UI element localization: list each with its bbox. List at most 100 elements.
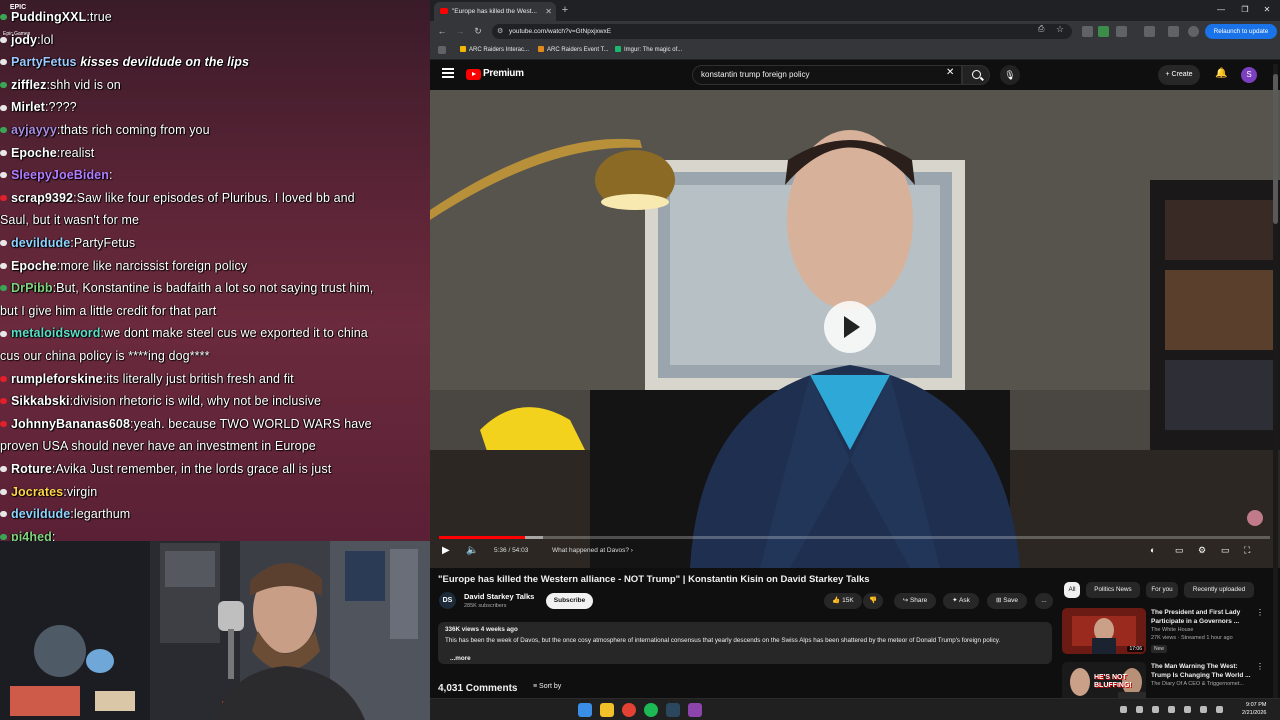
youtube-logo-icon[interactable]	[466, 69, 481, 80]
video-thumbnail[interactable]: 17:06	[1062, 608, 1146, 654]
more-actions-button[interactable]: ...	[1035, 593, 1053, 609]
chrome-icon[interactable]	[622, 703, 636, 717]
chat-username[interactable]: Roture	[11, 462, 52, 476]
profile-icon[interactable]	[1188, 26, 1199, 37]
chat-username[interactable]: PuddingXXL	[11, 10, 86, 24]
chat-username[interactable]: jody	[11, 33, 37, 47]
chip-for-you[interactable]: For you	[1146, 582, 1178, 598]
play-icon[interactable]: ▶	[442, 545, 450, 556]
show-more-link[interactable]: ...more	[450, 655, 471, 662]
recommended-channel[interactable]: The Diary Of A CEO & Triggernomet...	[1151, 681, 1244, 687]
chip-recently-uploaded[interactable]: Recently uploaded	[1184, 582, 1254, 598]
tray-icon[interactable]	[1120, 706, 1127, 713]
maximize-icon[interactable]: ❐	[1236, 3, 1254, 17]
bookmark-star-icon[interactable]: ☆	[1056, 24, 1067, 35]
file-explorer-icon[interactable]	[600, 703, 614, 717]
share-button[interactable]: ↪ Share	[894, 593, 936, 609]
progress-bar[interactable]	[439, 536, 1270, 539]
autoplay-toggle-icon[interactable]: ◐	[1150, 545, 1155, 555]
extensions-puzzle-icon[interactable]	[1116, 26, 1127, 37]
chat-username[interactable]: rumpleforskine	[11, 372, 103, 386]
chat-username[interactable]: Sikkabski	[11, 394, 70, 408]
forward-icon[interactable]: →	[453, 24, 467, 38]
chip-politics-news[interactable]: Politics News	[1086, 582, 1140, 598]
description-box[interactable]: 336K views 4 weeks ago This has been the…	[438, 622, 1052, 664]
clear-search-icon[interactable]: ✕	[946, 67, 954, 78]
menu-icon[interactable]	[442, 68, 454, 78]
chat-username[interactable]: Epoche	[11, 146, 57, 160]
voice-search-icon[interactable]: 🎙	[1000, 65, 1020, 85]
extension-icon[interactable]	[1098, 26, 1109, 37]
sort-comments-button[interactable]: ≡ Sort by	[533, 683, 561, 690]
notifications-bell-icon[interactable]: 🔔	[1215, 68, 1227, 79]
chat-username[interactable]: Epoche	[11, 259, 57, 273]
tray-icon[interactable]	[1168, 706, 1175, 713]
create-button[interactable]: + Create	[1158, 65, 1200, 85]
chat-username[interactable]: pj4hed	[11, 530, 52, 541]
bookmark-item[interactable]: ARC Raiders Interac...	[460, 42, 529, 59]
chat-username[interactable]: zifflez	[11, 78, 46, 92]
more-options-icon[interactable]: ⋮	[1256, 662, 1264, 671]
apps-grid-icon[interactable]	[438, 46, 446, 54]
theater-mode-icon[interactable]: ▭	[1221, 545, 1230, 556]
chat-username[interactable]: devildude	[11, 507, 70, 521]
spotify-icon[interactable]	[644, 703, 658, 717]
minimize-icon[interactable]: —	[1212, 3, 1230, 17]
captions-icon[interactable]: ▭	[1175, 545, 1184, 556]
chat-username[interactable]: JohnnyBananas608	[11, 417, 130, 431]
tray-icon[interactable]	[1152, 706, 1159, 713]
like-button[interactable]: 👍 15K	[824, 593, 862, 609]
save-button[interactable]: ⊞ Save	[987, 593, 1027, 609]
bookmark-item[interactable]: Imgur: The magic of...	[615, 42, 682, 59]
account-avatar[interactable]: S	[1241, 67, 1257, 83]
recommended-video[interactable]: 17:06 The President and First Lady Parti…	[1062, 608, 1272, 656]
battery-icon[interactable]	[1216, 706, 1223, 713]
chat-username[interactable]: devildude	[11, 236, 70, 250]
page-scrollbar[interactable]	[1273, 64, 1278, 698]
tray-icon[interactable]	[1136, 706, 1143, 713]
tab-youtube-video[interactable]: "Europe has killed the West... ✕	[434, 2, 556, 21]
recommended-title[interactable]: The President and First Lady Participate…	[1151, 608, 1259, 626]
chat-username[interactable]: Jocrates	[11, 485, 63, 499]
search-input[interactable]: konstantin trump foreign policy	[692, 65, 962, 85]
wifi-icon[interactable]	[1184, 706, 1191, 713]
recommended-title[interactable]: The Man Warning The West: Trump Is Chang…	[1151, 662, 1259, 680]
chat-username[interactable]: DrPibb	[11, 281, 53, 295]
settings-gear-icon[interactable]: ⚙	[1198, 545, 1206, 556]
chat-username[interactable]: metaloidsword	[11, 326, 101, 340]
play-button[interactable]	[824, 301, 876, 353]
chat-username[interactable]: ayjayyy	[11, 123, 57, 137]
steam-icon[interactable]	[666, 703, 680, 717]
address-bar[interactable]: ⚙ youtube.com/watch?v=GtNpxjxwxE	[492, 24, 1072, 39]
channel-avatar[interactable]: DS	[439, 592, 456, 609]
recommended-channel[interactable]: The White House	[1151, 627, 1194, 633]
chat-username[interactable]: PartyFetus	[11, 55, 77, 69]
chapter-title[interactable]: What happened at Davos? ›	[552, 547, 633, 554]
bookmark-item[interactable]: ARC Raiders Event T...	[538, 42, 609, 59]
fullscreen-icon[interactable]: ⛶	[1244, 545, 1250, 556]
close-tab-icon[interactable]: ✕	[545, 2, 552, 21]
chat-username[interactable]: Mirlet	[11, 100, 45, 114]
download-icon[interactable]	[1168, 26, 1179, 37]
ask-button[interactable]: ✦ Ask	[943, 593, 979, 609]
app-icon[interactable]	[688, 703, 702, 717]
more-options-icon[interactable]: ⋮	[1256, 608, 1264, 617]
close-window-icon[interactable]: ✕	[1258, 3, 1276, 17]
volume-tray-icon[interactable]	[1200, 706, 1207, 713]
channel-name[interactable]: David Starkey Talks	[464, 592, 534, 601]
volume-icon[interactable]: 🔈	[466, 545, 478, 556]
start-menu-icon[interactable]	[578, 703, 592, 717]
scrollbar-thumb[interactable]	[1273, 74, 1278, 224]
install-app-icon[interactable]: ⎙	[1038, 24, 1049, 35]
side-panel-icon[interactable]	[1144, 26, 1155, 37]
relaunch-to-update-button[interactable]: Relaunch to update	[1205, 24, 1277, 39]
chip-all[interactable]: All	[1064, 582, 1080, 598]
back-icon[interactable]: ←	[435, 24, 449, 38]
search-button[interactable]	[962, 65, 990, 85]
chat-username[interactable]: scrap9392	[11, 191, 73, 205]
system-clock[interactable]: 9:07 PM 2/21/2026	[1242, 701, 1266, 717]
site-info-icon[interactable]: ⚙	[497, 24, 503, 39]
youtube-premium-label[interactable]: Premium	[483, 68, 524, 79]
dislike-button[interactable]: 👎	[863, 593, 883, 609]
subscribe-button[interactable]: Subscribe	[546, 593, 593, 609]
